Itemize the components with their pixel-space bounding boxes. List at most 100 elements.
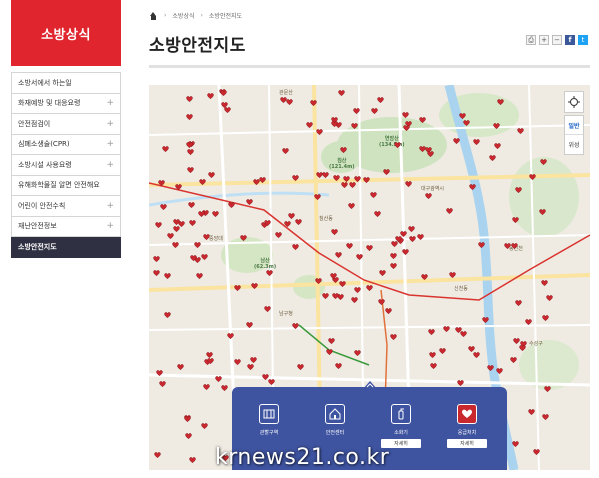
- aed-marker-icon[interactable]: [363, 177, 370, 183]
- aed-marker-icon[interactable]: [482, 317, 489, 323]
- aed-marker-icon[interactable]: [371, 108, 378, 114]
- aed-marker-icon[interactable]: [286, 99, 293, 105]
- aed-marker-icon[interactable]: [186, 114, 193, 120]
- sidebar-item-fire-safety-map[interactable]: 소방안전지도: [11, 237, 121, 258]
- aed-marker-icon[interactable]: [268, 379, 275, 385]
- aed-marker-icon[interactable]: [385, 308, 392, 314]
- sidebar-item-safety-check[interactable]: 안전점검이 +: [11, 114, 121, 135]
- aed-marker-icon[interactable]: [297, 364, 304, 370]
- aed-marker-icon[interactable]: [469, 184, 476, 190]
- aed-marker-icon[interactable]: [519, 345, 526, 351]
- aed-marker-icon[interactable]: [158, 180, 165, 186]
- aed-marker-icon[interactable]: [496, 368, 503, 374]
- aed-marker-icon[interactable]: [428, 329, 435, 335]
- aed-marker-icon[interactable]: [194, 242, 201, 248]
- aed-marker-icon[interactable]: [419, 117, 426, 123]
- aed-marker-icon[interactable]: [326, 349, 333, 355]
- aed-marker-icon[interactable]: [207, 93, 214, 99]
- aed-marker-icon[interactable]: [153, 256, 160, 262]
- aed-marker-icon[interactable]: [330, 273, 337, 279]
- aed-marker-icon[interactable]: [473, 352, 480, 358]
- aed-marker-icon[interactable]: [515, 300, 522, 306]
- aed-marker-icon[interactable]: [512, 441, 519, 447]
- breadcrumb-item-2[interactable]: 소방안전지도: [209, 11, 242, 20]
- aed-marker-icon[interactable]: [533, 449, 540, 455]
- aed-marker-icon[interactable]: [443, 326, 450, 332]
- aed-marker-icon[interactable]: [493, 123, 500, 129]
- aed-marker-icon[interactable]: [266, 270, 273, 276]
- aed-marker-icon[interactable]: [379, 270, 386, 276]
- aed-marker-icon[interactable]: [190, 255, 197, 261]
- aed-marker-icon[interactable]: [189, 457, 196, 463]
- aed-marker-icon[interactable]: [351, 297, 358, 303]
- aed-marker-icon[interactable]: [429, 352, 436, 358]
- aed-marker-icon[interactable]: [528, 409, 535, 415]
- aed-marker-icon[interactable]: [446, 208, 453, 214]
- aed-marker-icon[interactable]: [394, 142, 401, 148]
- aed-marker-icon[interactable]: [264, 306, 271, 312]
- aed-marker-icon[interactable]: [356, 254, 363, 260]
- aed-marker-icon[interactable]: [153, 270, 160, 276]
- aed-marker-icon[interactable]: [184, 416, 191, 422]
- map-type-satellite[interactable]: 위성: [568, 135, 579, 154]
- aed-marker-icon[interactable]: [199, 179, 206, 185]
- aed-marker-icon[interactable]: [494, 143, 501, 149]
- zoom-in-button[interactable]: +: [539, 35, 549, 45]
- aed-marker-icon[interactable]: [512, 217, 519, 223]
- aed-marker-icon[interactable]: [378, 299, 385, 305]
- aed-marker-icon[interactable]: [331, 229, 338, 235]
- aed-marker-icon[interactable]: [172, 242, 179, 248]
- aed-marker-icon[interactable]: [264, 220, 271, 226]
- aed-marker-icon[interactable]: [159, 381, 166, 387]
- aed-marker-icon[interactable]: [478, 242, 485, 248]
- sidebar-item-fire-prevention[interactable]: 화재예방 및 대응요령 +: [11, 93, 121, 114]
- zoom-out-button[interactable]: −: [552, 35, 562, 45]
- aed-marker-icon[interactable]: [402, 249, 409, 255]
- aed-marker-icon[interactable]: [511, 243, 518, 249]
- legend-first-aid[interactable]: 응급처치 자세히: [442, 404, 492, 448]
- aed-marker-icon[interactable]: [201, 254, 208, 260]
- aed-marker-icon[interactable]: [383, 169, 390, 175]
- aed-marker-icon[interactable]: [160, 204, 167, 210]
- aed-marker-icon[interactable]: [473, 139, 480, 145]
- aed-marker-icon[interactable]: [206, 352, 213, 358]
- aed-marker-icon[interactable]: [449, 272, 456, 278]
- sidebar-item-child-safety[interactable]: 어린이 안전수칙 +: [11, 196, 121, 217]
- aed-marker-icon[interactable]: [220, 90, 227, 96]
- aed-marker-icon[interactable]: [430, 363, 437, 369]
- aed-marker-icon[interactable]: [335, 363, 342, 369]
- aed-marker-icon[interactable]: [221, 385, 228, 391]
- aed-marker-icon[interactable]: [439, 348, 446, 354]
- aed-marker-icon[interactable]: [250, 357, 257, 363]
- breadcrumb-item-1[interactable]: 소방상식: [172, 11, 194, 20]
- aed-marker-icon[interactable]: [546, 295, 553, 301]
- map-type-normal[interactable]: 일반: [565, 116, 583, 136]
- aed-marker-icon[interactable]: [315, 278, 322, 284]
- aed-marker-icon[interactable]: [341, 182, 348, 188]
- aed-marker-icon[interactable]: [322, 172, 329, 178]
- aed-marker-icon[interactable]: [504, 243, 511, 249]
- aed-marker-icon[interactable]: [402, 112, 409, 118]
- aed-marker-icon[interactable]: [322, 293, 329, 299]
- aed-marker-icon[interactable]: [201, 423, 208, 429]
- aed-marker-icon[interactable]: [162, 146, 169, 152]
- aed-marker-icon[interactable]: [215, 376, 222, 382]
- aed-marker-icon[interactable]: [240, 235, 247, 241]
- aed-marker-icon[interactable]: [198, 211, 205, 217]
- aed-marker-icon[interactable]: [421, 274, 428, 280]
- aed-marker-icon[interactable]: [408, 226, 415, 232]
- aed-marker-icon[interactable]: [186, 142, 193, 148]
- aed-marker-icon[interactable]: [540, 159, 547, 165]
- aed-marker-icon[interactable]: [513, 338, 520, 344]
- aed-marker-icon[interactable]: [339, 281, 346, 287]
- aed-marker-icon[interactable]: [292, 323, 299, 329]
- aed-marker-icon[interactable]: [403, 125, 410, 131]
- aed-marker-icon[interactable]: [156, 370, 163, 376]
- aed-marker-icon[interactable]: [253, 179, 260, 185]
- aed-marker-icon[interactable]: [246, 199, 253, 205]
- aed-marker-icon[interactable]: [409, 236, 416, 242]
- aed-marker-icon[interactable]: [167, 233, 174, 239]
- aed-marker-icon[interactable]: [455, 327, 462, 333]
- aed-marker-icon[interactable]: [366, 245, 373, 251]
- aed-marker-icon[interactable]: [529, 174, 536, 180]
